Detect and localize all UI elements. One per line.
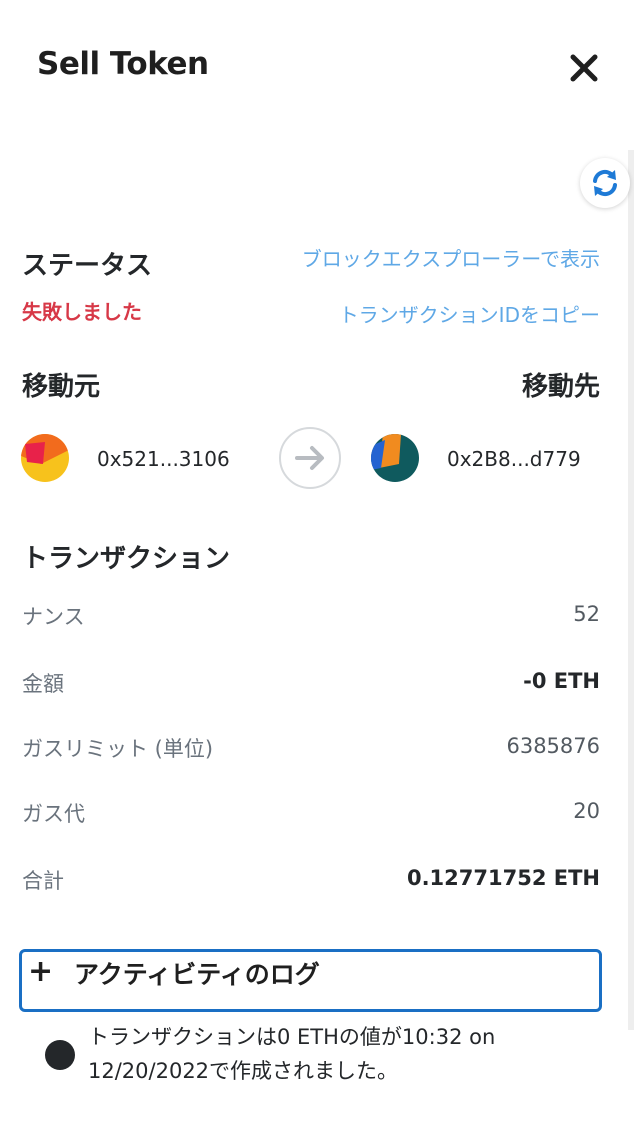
- identicon-icon: [21, 434, 69, 482]
- page-title: Sell Token: [37, 46, 209, 82]
- copy-transaction-id-link[interactable]: トランザクションIDをコピー: [339, 299, 600, 328]
- close-button[interactable]: [566, 50, 602, 86]
- plus-icon: +: [28, 954, 54, 989]
- activity-log-entry-line2: 12/20/2022で作成されました。: [88, 1059, 399, 1083]
- identicon-icon: [371, 434, 419, 482]
- to-address[interactable]: 0x2B8...d779: [447, 447, 581, 471]
- activity-log-entry-line1: トランザクションは0 ETHの値が10:32 on: [88, 1025, 496, 1049]
- refresh-icon: [593, 169, 617, 197]
- transaction-heading: トランザクション: [22, 544, 231, 574]
- activity-log-title: アクティビティのログ: [74, 960, 320, 989]
- activity-log-entry: トランザクションは0 ETHの値が10:32 on 12/20/2022で作成さ…: [88, 1020, 558, 1088]
- gas-limit-value: 6385876: [506, 734, 600, 758]
- total-value: 0.12771752 ETH: [406, 866, 600, 890]
- status-value: 失敗しました: [22, 300, 142, 324]
- gas-limit-label: ガスリミット (単位): [22, 737, 214, 761]
- close-icon: [570, 54, 598, 82]
- status-heading: ステータス: [22, 251, 153, 281]
- refresh-button[interactable]: [580, 158, 630, 208]
- to-label: 移動先: [521, 372, 600, 402]
- from-address[interactable]: 0x521...3106: [97, 447, 230, 471]
- from-label: 移動元: [22, 372, 101, 402]
- from-avatar: [21, 434, 69, 482]
- gas-price-label: ガス代: [22, 802, 85, 826]
- view-in-explorer-link[interactable]: ブロックエクスプローラーで表示: [302, 243, 600, 272]
- transfer-arrow: [279, 427, 341, 489]
- arrow-right-icon: [295, 446, 324, 470]
- amount-label: 金額: [22, 672, 64, 696]
- total-label: 合計: [22, 869, 64, 893]
- nonce-value: 52: [573, 602, 600, 626]
- amount-value: -0 ETH: [523, 669, 600, 693]
- activity-dot-icon: [45, 1040, 75, 1070]
- scrollbar-track[interactable]: [628, 150, 634, 1030]
- to-avatar: [371, 434, 419, 482]
- gas-price-value: 20: [573, 799, 600, 823]
- nonce-label: ナンス: [22, 605, 85, 629]
